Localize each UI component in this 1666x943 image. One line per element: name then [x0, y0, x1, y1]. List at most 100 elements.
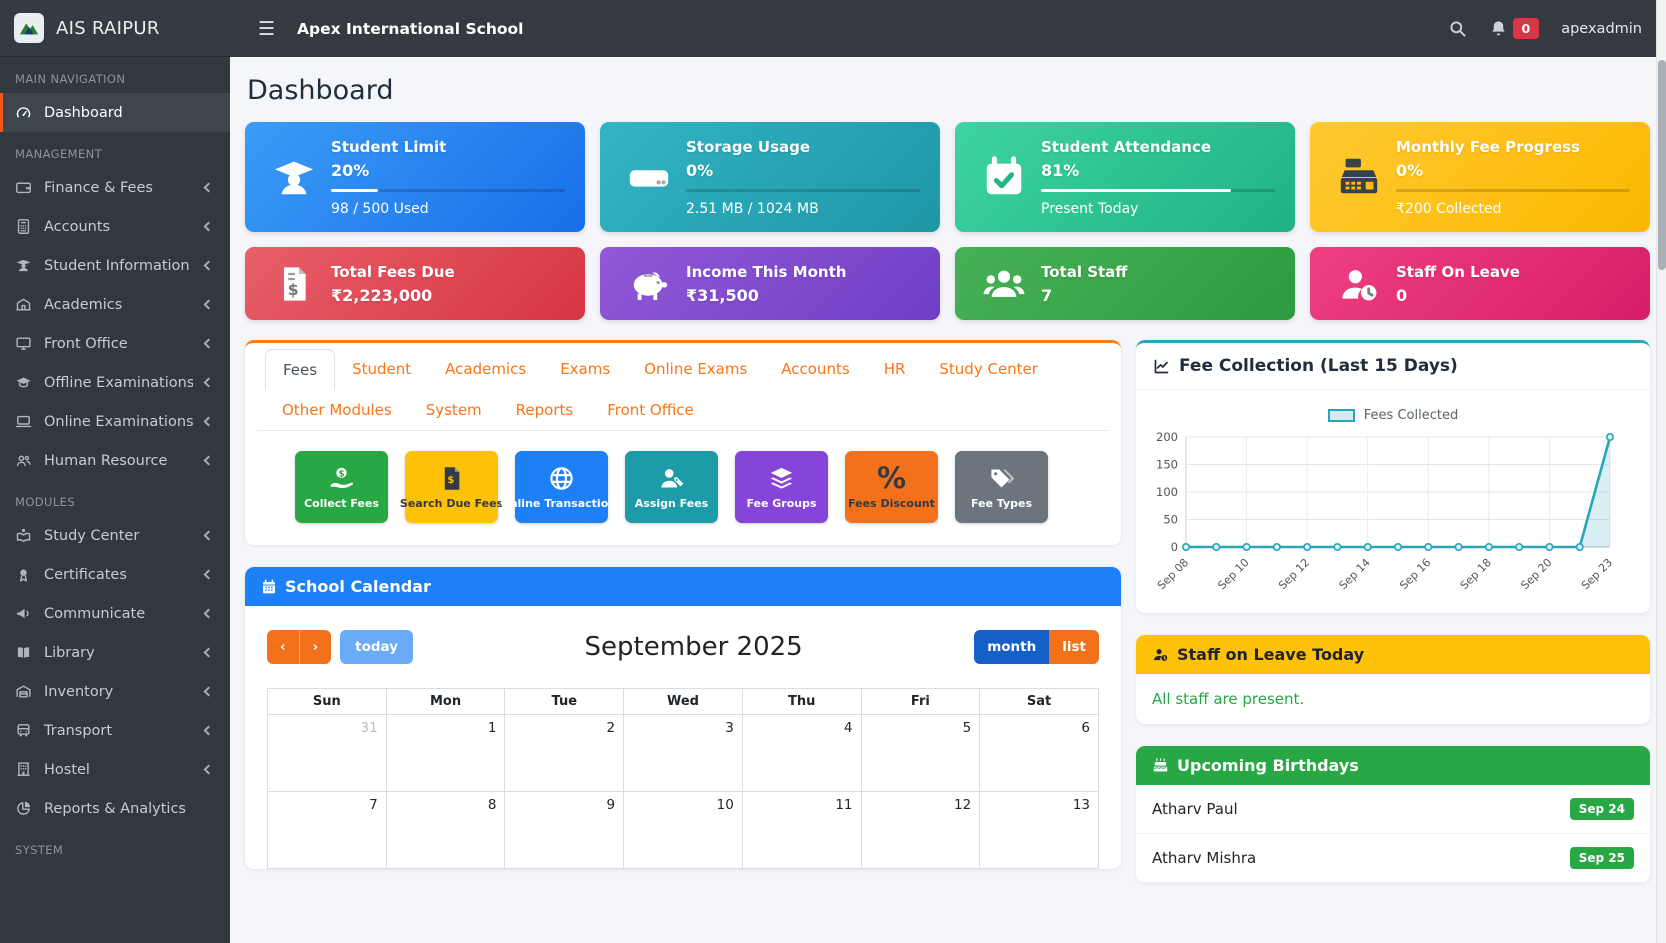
tab-academics[interactable]: Academics	[428, 349, 543, 390]
collect-fees-button[interactable]: $ Collect Fees	[295, 451, 388, 523]
user-menu[interactable]: apexadmin	[1561, 21, 1642, 37]
sidebar-item-label: Front Office	[44, 336, 193, 352]
chevron-left-icon	[204, 183, 214, 193]
sidebar-item-transport[interactable]: Transport	[0, 711, 230, 750]
tab-student[interactable]: Student	[335, 349, 428, 390]
tab-accounts[interactable]: Accounts	[764, 349, 866, 390]
calendar-day-cell[interactable]: 2	[505, 715, 624, 792]
user-graduate-icon	[15, 257, 32, 274]
tab-hr[interactable]: HR	[867, 349, 923, 390]
sidebar-item-finance-fees[interactable]: Finance & Fees	[0, 168, 230, 207]
sidebar-item-study-center[interactable]: Study Center	[0, 516, 230, 555]
stat-box-student-limit[interactable]: Student Limit 20% 98 / 500 Used	[245, 122, 585, 232]
tab-online-exams[interactable]: Online Exams	[627, 349, 764, 390]
sidebar-item-academics[interactable]: Academics	[0, 285, 230, 324]
sidebar-item-certificates[interactable]: Certificates	[0, 555, 230, 594]
stat-title: Total Fees Due	[331, 263, 565, 281]
sidebar-item-dashboard[interactable]: Dashboard	[0, 93, 230, 132]
stat-box-total-fees-due[interactable]: $ Total Fees Due ₹2,223,000	[245, 247, 585, 320]
calendar-day-cell[interactable]: 7	[268, 792, 387, 869]
birthday-date-badge: Sep 25	[1570, 847, 1634, 869]
svg-text:200: 200	[1156, 430, 1178, 444]
calendar-day-cell[interactable]: 9	[505, 792, 624, 869]
calendar-day-cell[interactable]: 3	[624, 715, 743, 792]
calendar-list-view-button[interactable]: list	[1049, 630, 1099, 664]
stat-box-staff-on-leave[interactable]: Staff On Leave 0	[1310, 247, 1650, 320]
calendar-day-cell[interactable]: 5	[861, 715, 980, 792]
stat-value: 81%	[1041, 161, 1275, 180]
search-due-fees-button[interactable]: $ Search Due Fees	[405, 451, 498, 523]
calendar-icon	[261, 579, 277, 595]
sidebar-item-human-resource[interactable]: Human Resource	[0, 441, 230, 480]
stat-box-student-attendance[interactable]: Student Attendance 81% Present Today	[955, 122, 1295, 232]
birthday-row[interactable]: Atharv Paul Sep 24	[1136, 785, 1650, 834]
fee-types-button[interactable]: Fee Types	[955, 451, 1048, 523]
page-scrollbar[interactable]	[1656, 0, 1666, 943]
birthday-row[interactable]: Atharv Mishra Sep 25	[1136, 834, 1650, 883]
fee-groups-button[interactable]: Fee Groups	[735, 451, 828, 523]
sidebar-item-inventory[interactable]: Inventory	[0, 672, 230, 711]
bell-icon	[1489, 19, 1508, 38]
scrollbar-thumb[interactable]	[1658, 60, 1666, 270]
staff-on-leave-card: Staff on Leave Today All staff are prese…	[1136, 635, 1650, 724]
calendar-next-button[interactable]: ›	[300, 630, 332, 664]
svg-text:0: 0	[1171, 540, 1178, 554]
chart-legend[interactable]: Fees Collected	[1144, 408, 1642, 423]
assign-fees-button[interactable]: Assign Fees	[625, 451, 718, 523]
sidebar-item-online-examinations[interactable]: Online Examinations	[0, 402, 230, 441]
sidebar-item-front-office[interactable]: Front Office	[0, 324, 230, 363]
sidebar-item-library[interactable]: Library	[0, 633, 230, 672]
calendar-day-cell[interactable]: 31	[268, 715, 387, 792]
calendar-day-cell[interactable]: 13	[980, 792, 1099, 869]
calendar-month-view-button[interactable]: month	[974, 630, 1049, 664]
notifications-button[interactable]: 0	[1489, 18, 1540, 39]
calendar-day-cell[interactable]: 6	[980, 715, 1099, 792]
stat-box-storage-usage[interactable]: Storage Usage 0% 2.51 MB / 1024 MB	[600, 122, 940, 232]
stat-value: 0	[1396, 286, 1630, 305]
fees-discount-button[interactable]: % Fees Discount	[845, 451, 938, 523]
stat-box-income-this-month[interactable]: Income This Month ₹31,500	[600, 247, 940, 320]
birthday-cake-icon	[1152, 757, 1169, 774]
stat-title: Monthly Fee Progress	[1396, 138, 1630, 156]
calendar-day-cell[interactable]: 10	[624, 792, 743, 869]
calendar-day-cell[interactable]: 11	[742, 792, 861, 869]
tab-system[interactable]: System	[409, 390, 499, 430]
calendar-prev-button[interactable]: ‹	[267, 630, 300, 664]
tab-fees[interactable]: Fees	[265, 349, 335, 391]
calendar-day-cell[interactable]: 12	[861, 792, 980, 869]
calendar-day-cell[interactable]: 4	[742, 715, 861, 792]
calendar-day-cell[interactable]: 1	[386, 715, 505, 792]
sidebar-item-reports-analytics[interactable]: Reports & Analytics	[0, 789, 230, 828]
tab-other-modules[interactable]: Other Modules	[265, 390, 409, 430]
sidebar-item-offline-examinations[interactable]: Offline Examinations	[0, 363, 230, 402]
stat-title: Total Staff	[1041, 263, 1275, 281]
stat-box-monthly-fee-progress[interactable]: Monthly Fee Progress 0% ₹200 Collected	[1310, 122, 1650, 232]
sidebar-item-hostel[interactable]: Hostel	[0, 750, 230, 789]
sidebar-item-accounts[interactable]: Accounts	[0, 207, 230, 246]
stat-subtitle: Present Today	[1041, 201, 1275, 217]
calendar-day-cell[interactable]: 8	[386, 792, 505, 869]
quick-action-label: Collect Fees	[304, 497, 379, 510]
sidebar-item-label: Study Center	[44, 528, 193, 544]
brand[interactable]: AIS RAIPUR	[0, 0, 230, 57]
user-graduate-icon	[265, 154, 323, 200]
svg-text:Sep 12: Sep 12	[1276, 556, 1312, 592]
stat-subtitle: 2.51 MB / 1024 MB	[686, 201, 920, 217]
stat-value: 7	[1041, 286, 1275, 305]
sidebar-item-communicate[interactable]: Communicate	[0, 594, 230, 633]
school-icon	[15, 296, 32, 313]
online-transactions-button[interactable]: Online Transactions	[515, 451, 608, 523]
tab-study-center[interactable]: Study Center	[922, 349, 1055, 390]
day-header: Fri	[861, 689, 980, 715]
search-icon[interactable]	[1448, 19, 1467, 38]
stat-box-total-staff[interactable]: Total Staff 7	[955, 247, 1295, 320]
calendar-today-button[interactable]: today	[340, 630, 413, 664]
sidebar-item-student-information[interactable]: Student Information	[0, 246, 230, 285]
module-tabs: Fees Student Academics Exams Online Exam…	[257, 343, 1109, 431]
tab-front-office[interactable]: Front Office	[590, 390, 711, 430]
staff-on-leave-message: All staff are present.	[1136, 674, 1650, 724]
file-invoice-dollar-icon: $	[438, 465, 465, 492]
tab-exams[interactable]: Exams	[543, 349, 627, 390]
hamburger-menu-icon[interactable]: ☰	[248, 12, 285, 46]
tab-reports[interactable]: Reports	[499, 390, 591, 430]
